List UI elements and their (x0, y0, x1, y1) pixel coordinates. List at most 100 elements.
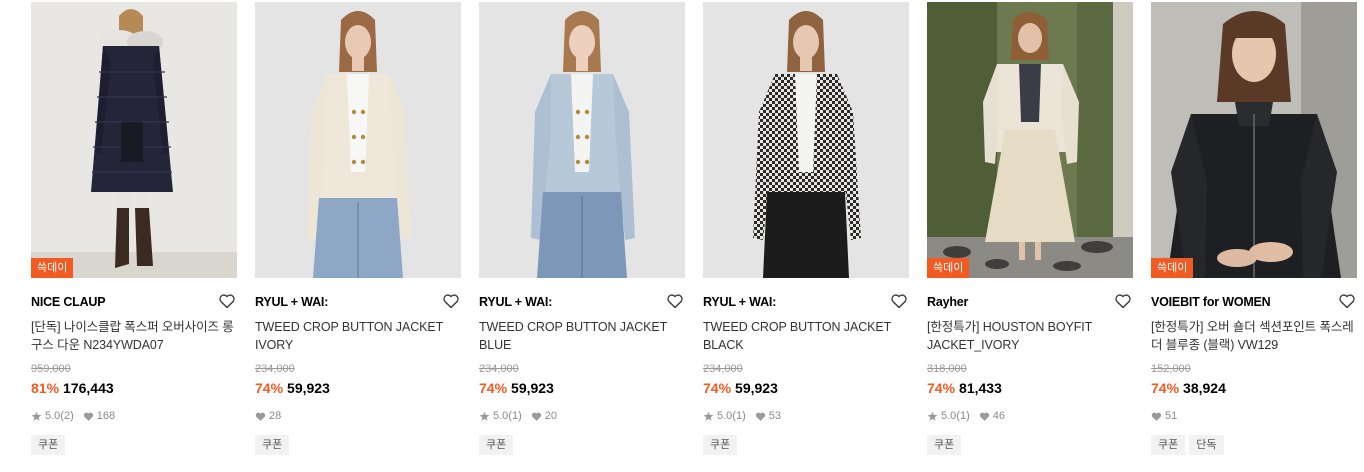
like-count: 53 (768, 410, 781, 422)
brand-name[interactable]: NICE CLAUP (31, 292, 211, 312)
heart-outline-icon[interactable] (1338, 292, 1356, 310)
discount-rate: 74% (1151, 380, 1180, 396)
star-icon (479, 411, 490, 421)
product-card[interactable]: 쓱데이 NICE CLAUP [단독] 나이스클랍 폭스퍼 오버사이즈 롱 구스… (31, 2, 237, 455)
brand-name[interactable]: VOIEBIT for WOMEN (1151, 292, 1331, 312)
product-stats: 5.0 (2) 168 (31, 409, 237, 423)
sale-badge: 쓱데이 (1151, 258, 1194, 278)
price-row: 74% 38,924 (1151, 379, 1357, 397)
rating: 5.0 (941, 410, 957, 422)
product-title[interactable]: TWEED CROP BUTTON JACKET BLUE (479, 318, 685, 354)
brand-name[interactable]: Rayher (927, 292, 1107, 312)
product-card[interactable]: RYUL + WAI: TWEED CROP BUTTON JACKET BLU… (479, 2, 685, 455)
brand-name[interactable]: RYUL + WAI: (703, 292, 883, 312)
original-price: 234,000 (479, 363, 519, 375)
review-count: (1) (956, 410, 970, 422)
star-icon (31, 411, 42, 421)
coupon-tag: 쿠폰 (703, 435, 738, 455)
price-row: 74% 59,923 (255, 379, 461, 397)
heart-filled-icon (83, 412, 93, 421)
heart-filled-icon (979, 412, 989, 421)
coupon-tag: 쿠폰 (927, 435, 962, 455)
sale-price: 81,433 (959, 380, 1002, 396)
product-title[interactable]: [한정특가] HOUSTON BOYFIT JACKET_IVORY (927, 318, 1133, 354)
sale-price: 59,923 (735, 380, 778, 396)
sale-price: 59,923 (511, 380, 554, 396)
sale-price: 38,924 (1183, 380, 1226, 396)
star-icon (703, 411, 714, 421)
review-count: (1) (508, 410, 522, 422)
original-price: 152,000 (1151, 363, 1191, 375)
tag-list: 쿠폰 (479, 435, 685, 455)
coupon-tag: 쿠폰 (255, 435, 290, 455)
heart-outline-icon[interactable] (890, 292, 908, 310)
discount-rate: 74% (255, 380, 284, 396)
review-count: (2) (60, 410, 74, 422)
product-stats: 5.0 (1) 53 (703, 409, 909, 423)
sale-price: 176,443 (63, 380, 114, 396)
like-count: 51 (1165, 410, 1178, 422)
heart-filled-icon (531, 412, 541, 421)
product-title[interactable]: [단독] 나이스클랍 폭스퍼 오버사이즈 롱 구스 다운 N234YWDA07 (31, 318, 237, 354)
brand-name[interactable]: RYUL + WAI: (479, 292, 659, 312)
product-image[interactable]: 쓱데이 (1151, 2, 1357, 278)
product-title[interactable]: TWEED CROP BUTTON JACKET IVORY (255, 318, 461, 354)
like-count: 168 (96, 410, 116, 422)
product-photo (255, 2, 461, 278)
product-photo (479, 2, 685, 278)
coupon-tag: 쿠폰 (479, 435, 514, 455)
heart-outline-icon[interactable] (218, 292, 236, 310)
heart-filled-icon (255, 412, 266, 421)
original-price: 234,000 (255, 363, 295, 375)
price-row: 74% 81,433 (927, 379, 1133, 397)
product-photo (1151, 2, 1357, 278)
rating: 5.0 (45, 410, 61, 422)
product-photo (31, 2, 237, 278)
original-price: 318,000 (927, 363, 967, 375)
exclusive-tag: 단독 (1189, 435, 1224, 455)
product-card[interactable]: 쓱데이 VOIEBIT for WOMEN [한정특가] 오버 숄더 섹션포인트… (1151, 2, 1357, 455)
product-title[interactable]: [한정특가] 오버 숄더 섹션포인트 폭스레더 블루종 (블랙) VW129 (1151, 318, 1357, 354)
heart-filled-icon (1151, 412, 1162, 421)
discount-rate: 81% (31, 380, 60, 396)
product-image[interactable] (479, 2, 685, 278)
tag-list: 쿠폰 (927, 435, 1133, 455)
product-title[interactable]: TWEED CROP BUTTON JACKET BLACK (703, 318, 909, 354)
product-card[interactable]: 쓱데이 Rayher [한정특가] HOUSTON BOYFIT JACKET_… (927, 2, 1133, 455)
star-icon (927, 411, 938, 421)
product-stats: 5.0 (1) 20 (479, 409, 685, 423)
product-photo (703, 2, 909, 278)
brand-name[interactable]: RYUL + WAI: (255, 292, 435, 312)
like-count: 20 (544, 410, 557, 422)
tag-list: 쿠폰 (31, 435, 237, 455)
price-row: 74% 59,923 (703, 379, 909, 397)
price-row: 81% 176,443 (31, 379, 237, 397)
heart-filled-icon (755, 412, 765, 421)
tag-list: 쿠폰 (255, 435, 461, 455)
product-image[interactable] (703, 2, 909, 278)
product-image[interactable]: 쓱데이 (31, 2, 237, 278)
tag-list: 쿠폰 (703, 435, 909, 455)
review-count: (1) (732, 410, 746, 422)
discount-rate: 74% (479, 380, 508, 396)
discount-rate: 74% (927, 380, 956, 396)
like-count: 28 (269, 410, 282, 422)
rating: 5.0 (717, 410, 733, 422)
coupon-tag: 쿠폰 (31, 435, 66, 455)
like-count: 46 (992, 410, 1005, 422)
product-image[interactable]: 쓱데이 (927, 2, 1133, 278)
product-stats: 28 (255, 409, 461, 423)
original-price: 234,000 (703, 363, 743, 375)
product-stats: 51 (1151, 409, 1357, 423)
rating: 5.0 (493, 410, 509, 422)
product-image[interactable] (255, 2, 461, 278)
product-card[interactable]: RYUL + WAI: TWEED CROP BUTTON JACKET BLA… (703, 2, 909, 455)
coupon-tag: 쿠폰 (1151, 435, 1186, 455)
heart-outline-icon[interactable] (1114, 292, 1132, 310)
price-row: 74% 59,923 (479, 379, 685, 397)
product-card[interactable]: RYUL + WAI: TWEED CROP BUTTON JACKET IVO… (255, 2, 461, 455)
heart-outline-icon[interactable] (442, 292, 460, 310)
product-photo (927, 2, 1133, 278)
product-grid: 쓱데이 NICE CLAUP [단독] 나이스클랍 폭스퍼 오버사이즈 롱 구스… (0, 0, 1364, 472)
heart-outline-icon[interactable] (666, 292, 684, 310)
